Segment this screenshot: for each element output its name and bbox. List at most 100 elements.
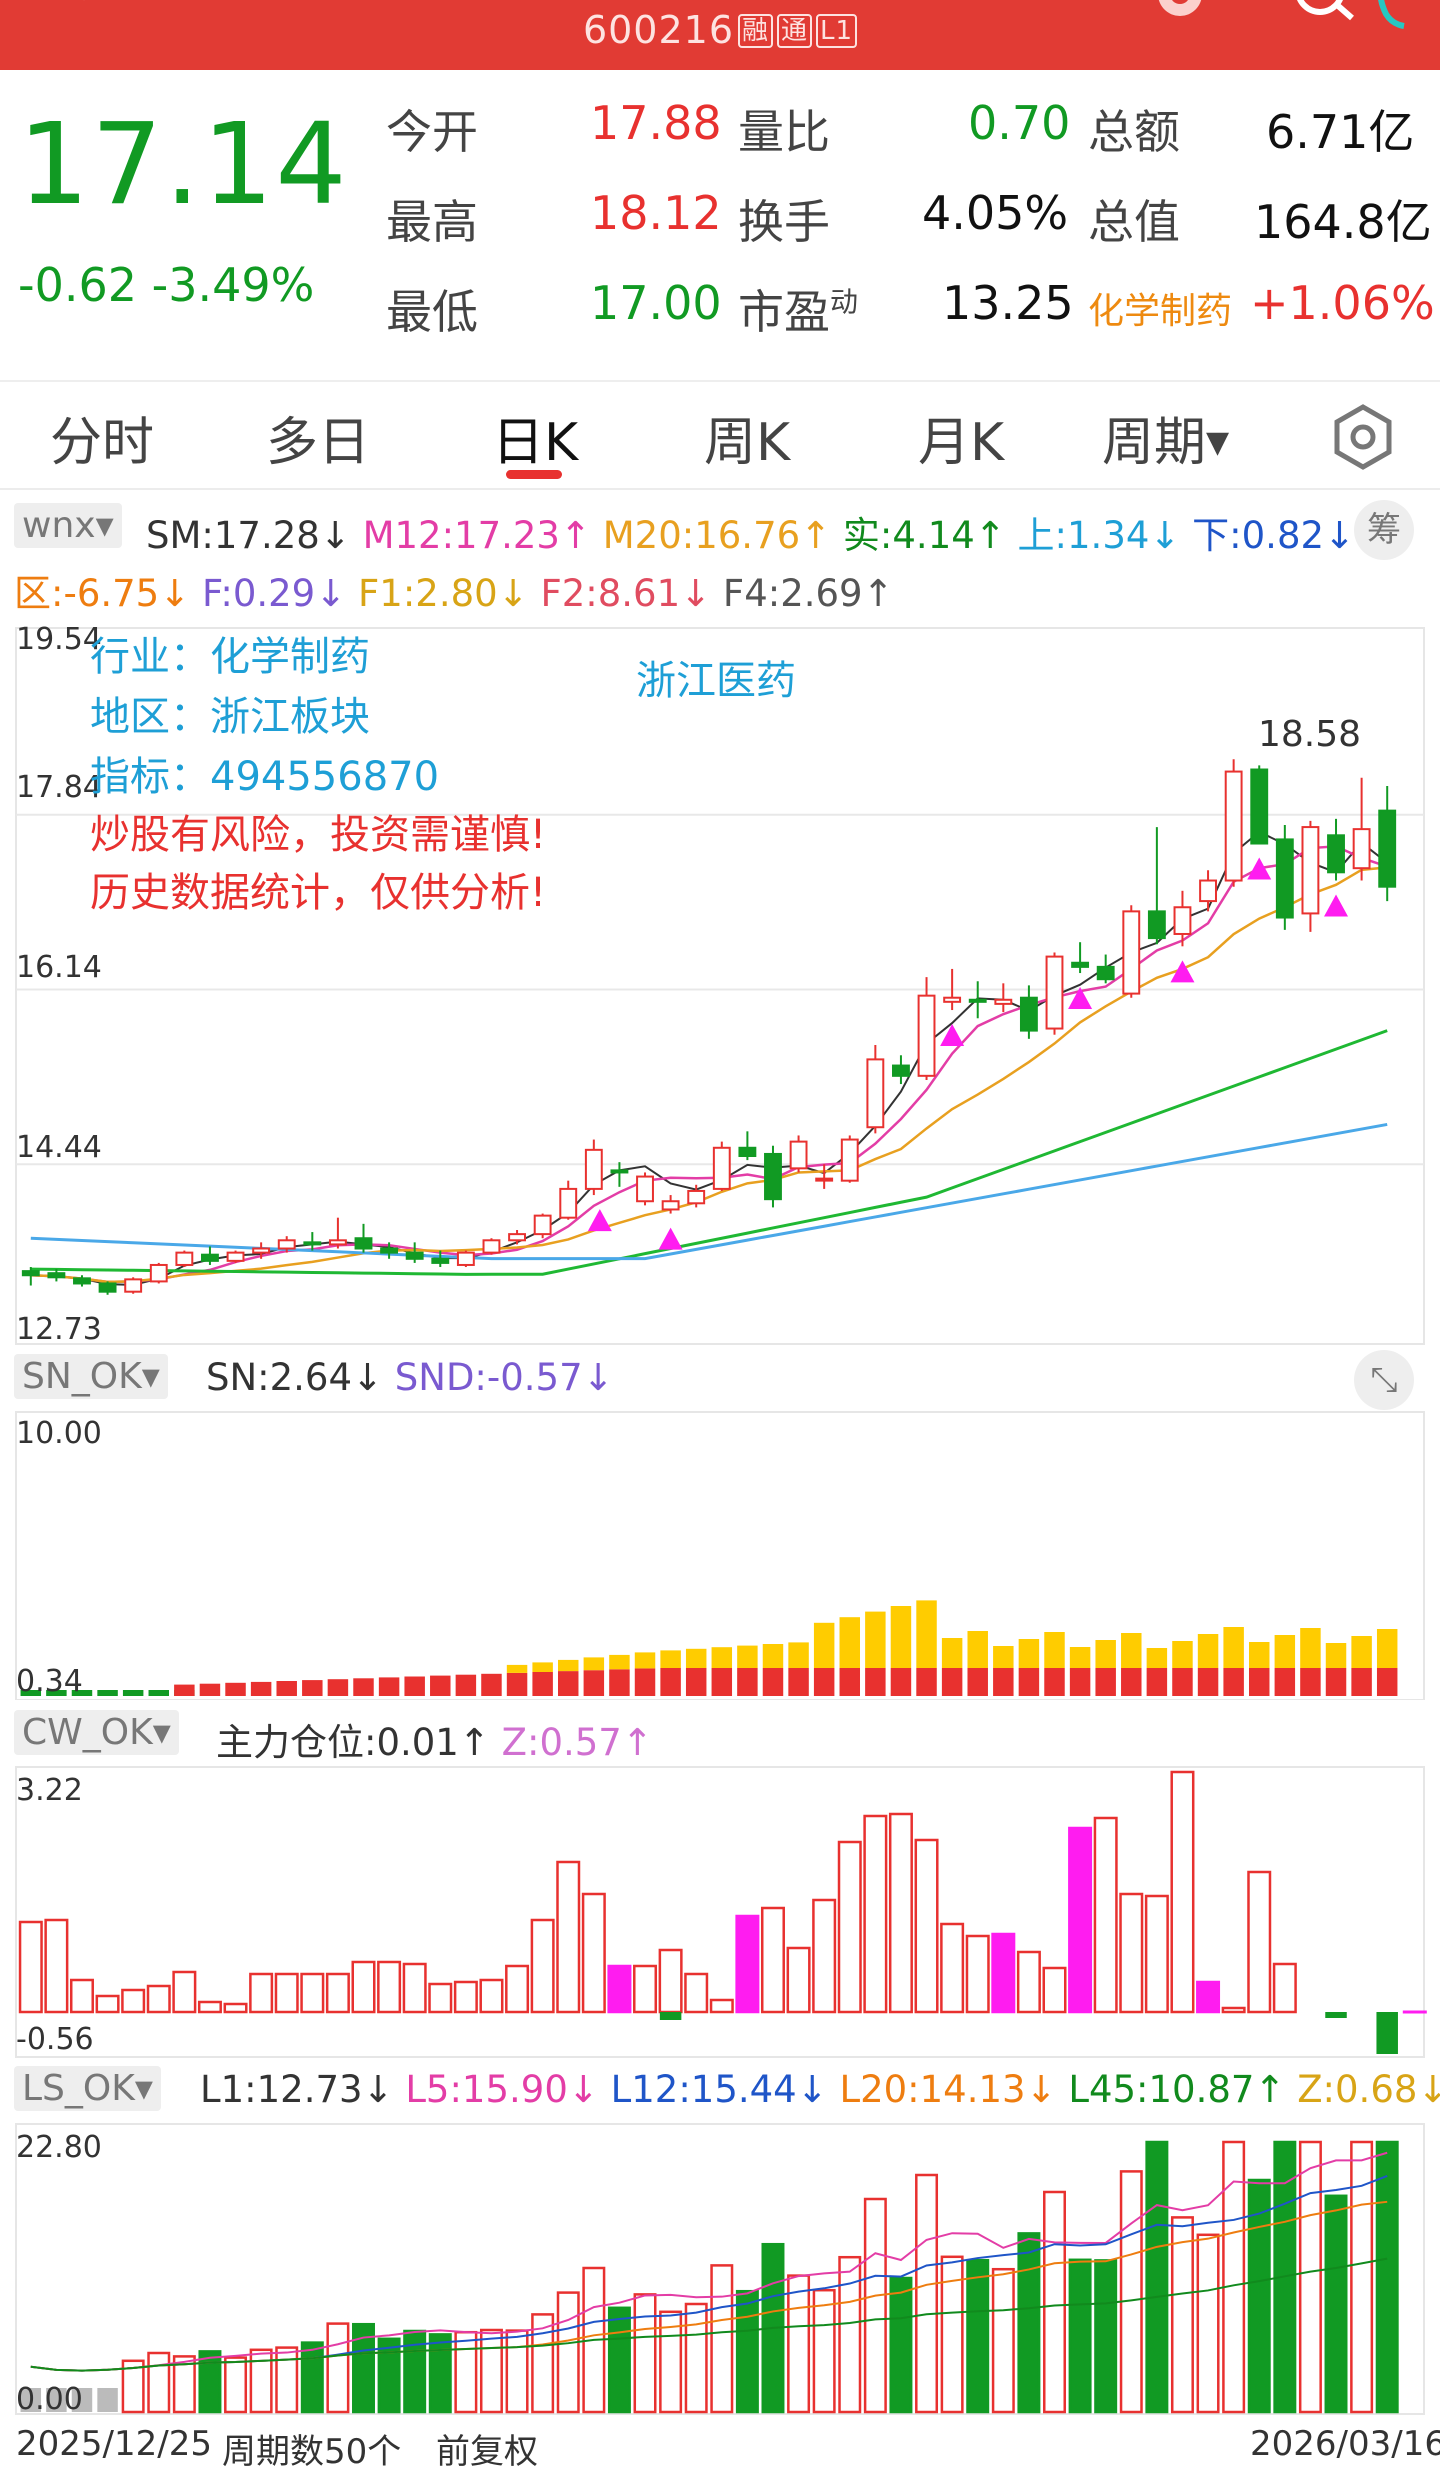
sn-bar-red bbox=[430, 1675, 451, 1696]
candle-body bbox=[405, 1251, 424, 1260]
sn-bar-gold bbox=[993, 1646, 1014, 1668]
candle-body bbox=[559, 1187, 578, 1219]
turnover-label: 换手 bbox=[738, 195, 830, 249]
sn-bar-red bbox=[455, 1674, 477, 1696]
sn-bar-red bbox=[788, 1668, 809, 1696]
expand-icon[interactable]: ⤡ bbox=[1354, 1350, 1414, 1410]
sm-value: SM:17.28↓ bbox=[146, 514, 351, 557]
sn-bar-red bbox=[583, 1670, 605, 1696]
sn-bar-gold bbox=[506, 1664, 528, 1673]
cw-bar-neg bbox=[1325, 2012, 1347, 2018]
tab-multiday[interactable]: 多日 bbox=[266, 400, 370, 475]
main-axis-bottom: 12.73 bbox=[16, 1312, 102, 1347]
qu-value: 区:-6.75↓ bbox=[14, 572, 191, 615]
l1-value: L1:12.73↓ bbox=[200, 2068, 394, 2111]
sn-bar-gold bbox=[1069, 1647, 1091, 1668]
pe-label-text: 市盈 bbox=[738, 285, 830, 339]
cw-bar bbox=[1272, 1962, 1297, 2014]
volume-ratio-label: 量比 bbox=[738, 105, 830, 159]
cw-bar bbox=[658, 1948, 683, 2014]
cw-bar bbox=[863, 1814, 888, 2014]
main-axis-3: 16.14 bbox=[16, 950, 102, 985]
ls-bar bbox=[1170, 2216, 1194, 2414]
ls-bar bbox=[633, 2293, 657, 2414]
region-annotation: 地区：浙江板块 bbox=[90, 694, 370, 740]
ls-bar bbox=[428, 2333, 452, 2414]
sn-bar-green bbox=[122, 1690, 144, 1696]
ls-bar-gray bbox=[97, 2388, 118, 2412]
low-value: 17.00 bbox=[590, 276, 722, 330]
ls-bar bbox=[275, 2346, 299, 2414]
ls-indicator-selector[interactable]: LS_OK▾ bbox=[14, 2066, 161, 2111]
sn-value: SN:2.64↓ bbox=[206, 1356, 384, 1399]
cw-bar bbox=[300, 1972, 325, 2014]
sn-bar-red bbox=[1274, 1668, 1296, 1696]
cw-bar bbox=[607, 1964, 632, 2014]
ma-line-long-blue bbox=[30, 1122, 1388, 1261]
candle-body bbox=[431, 1257, 450, 1264]
ls-bar bbox=[326, 2322, 350, 2414]
sn-bar-red bbox=[762, 1668, 784, 1696]
candle-body bbox=[764, 1152, 782, 1201]
sn-bar-gold bbox=[1376, 1629, 1398, 1668]
cw-bar bbox=[146, 1984, 171, 2014]
tab-daily-k[interactable]: 日K bbox=[492, 400, 578, 475]
sn-bar-gold bbox=[1044, 1632, 1065, 1668]
cw-bar bbox=[888, 1812, 913, 2014]
ls-bar bbox=[1119, 2170, 1143, 2414]
sn-indicator-selector[interactable]: SN_OK▾ bbox=[14, 1354, 168, 1399]
settings-hex-icon[interactable] bbox=[1328, 402, 1398, 472]
cw-bar bbox=[325, 1972, 350, 2014]
sn-bar-red bbox=[1018, 1668, 1040, 1696]
sn-bar-red bbox=[1069, 1668, 1091, 1696]
sn-bar-gold bbox=[1095, 1640, 1116, 1668]
level-tag: L1 bbox=[816, 14, 858, 48]
sector-name[interactable]: 化学制药 bbox=[1088, 282, 1232, 334]
sn-bar-red bbox=[225, 1682, 246, 1696]
f4-value: F4:2.69↑ bbox=[722, 572, 894, 615]
ls-bar bbox=[505, 2329, 529, 2414]
candle-body bbox=[252, 1247, 271, 1254]
cw-bar bbox=[786, 1946, 811, 2014]
cw-bar bbox=[965, 1934, 990, 2014]
candle-body bbox=[508, 1233, 526, 1242]
cw-bar bbox=[633, 1964, 658, 2014]
sn-bar-gold bbox=[788, 1642, 809, 1668]
sn-bar-red bbox=[532, 1672, 553, 1696]
cw-bar bbox=[581, 1892, 606, 2014]
tab-weekly-k[interactable]: 周K bbox=[704, 400, 790, 475]
cw-bar-neg bbox=[1376, 2012, 1398, 2054]
volume-ratio-value: 0.70 bbox=[968, 96, 1071, 150]
chip-distribution-button[interactable]: 筹 bbox=[1354, 500, 1414, 560]
candle-body bbox=[1019, 996, 1038, 1032]
cw-bar bbox=[69, 1978, 94, 2014]
sn-bar-red bbox=[1325, 1668, 1347, 1696]
alert-icon[interactable] bbox=[1140, 0, 1220, 30]
back-icon[interactable] bbox=[62, 0, 122, 20]
main-indicator-selector[interactable]: wnx▾ bbox=[14, 503, 122, 548]
sn-bar-red bbox=[1044, 1668, 1065, 1696]
sn-bar-red bbox=[660, 1668, 681, 1696]
candle-body bbox=[687, 1189, 706, 1205]
cw-indicator-selector[interactable]: CW_OK▾ bbox=[14, 1710, 179, 1755]
ls-bar bbox=[1324, 2194, 1348, 2414]
sn-bar-red bbox=[609, 1669, 630, 1696]
cw-bar bbox=[197, 2000, 222, 2014]
cw-bar bbox=[351, 1960, 376, 2014]
ls-bar bbox=[684, 2302, 708, 2414]
shi-value: 实:4.14↑ bbox=[842, 514, 1006, 557]
cw-bar bbox=[1016, 1950, 1041, 2014]
tab-intraday[interactable]: 分时 bbox=[50, 400, 154, 475]
more-icon[interactable] bbox=[1368, 0, 1418, 30]
tab-monthly-k[interactable]: 月K bbox=[918, 400, 1004, 475]
sn-bar-red bbox=[1351, 1668, 1372, 1696]
current-price: 17.14 bbox=[18, 100, 349, 230]
search-icon[interactable] bbox=[1290, 0, 1360, 30]
tab-period[interactable]: 周期▼ bbox=[1102, 400, 1229, 475]
active-tab-indicator bbox=[506, 470, 562, 479]
cw-bar bbox=[18, 1920, 43, 2014]
low-label: 最低 bbox=[386, 285, 478, 339]
sn-bar-gold bbox=[609, 1654, 630, 1670]
sn-bar-gold bbox=[865, 1611, 886, 1668]
adjust-mode[interactable]: 前复权 bbox=[436, 2424, 538, 2473]
